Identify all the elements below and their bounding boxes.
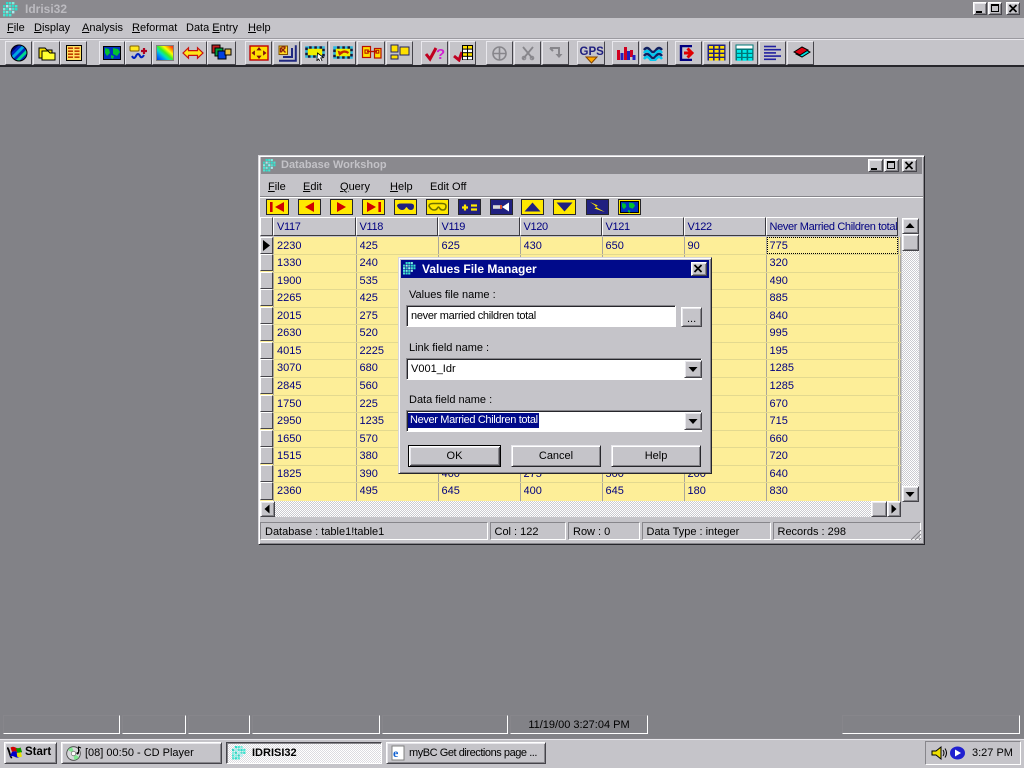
svg-text:GPS: GPS [580, 46, 605, 58]
svg-text:e: e [393, 746, 399, 760]
svg-text:?: ? [436, 46, 445, 62]
